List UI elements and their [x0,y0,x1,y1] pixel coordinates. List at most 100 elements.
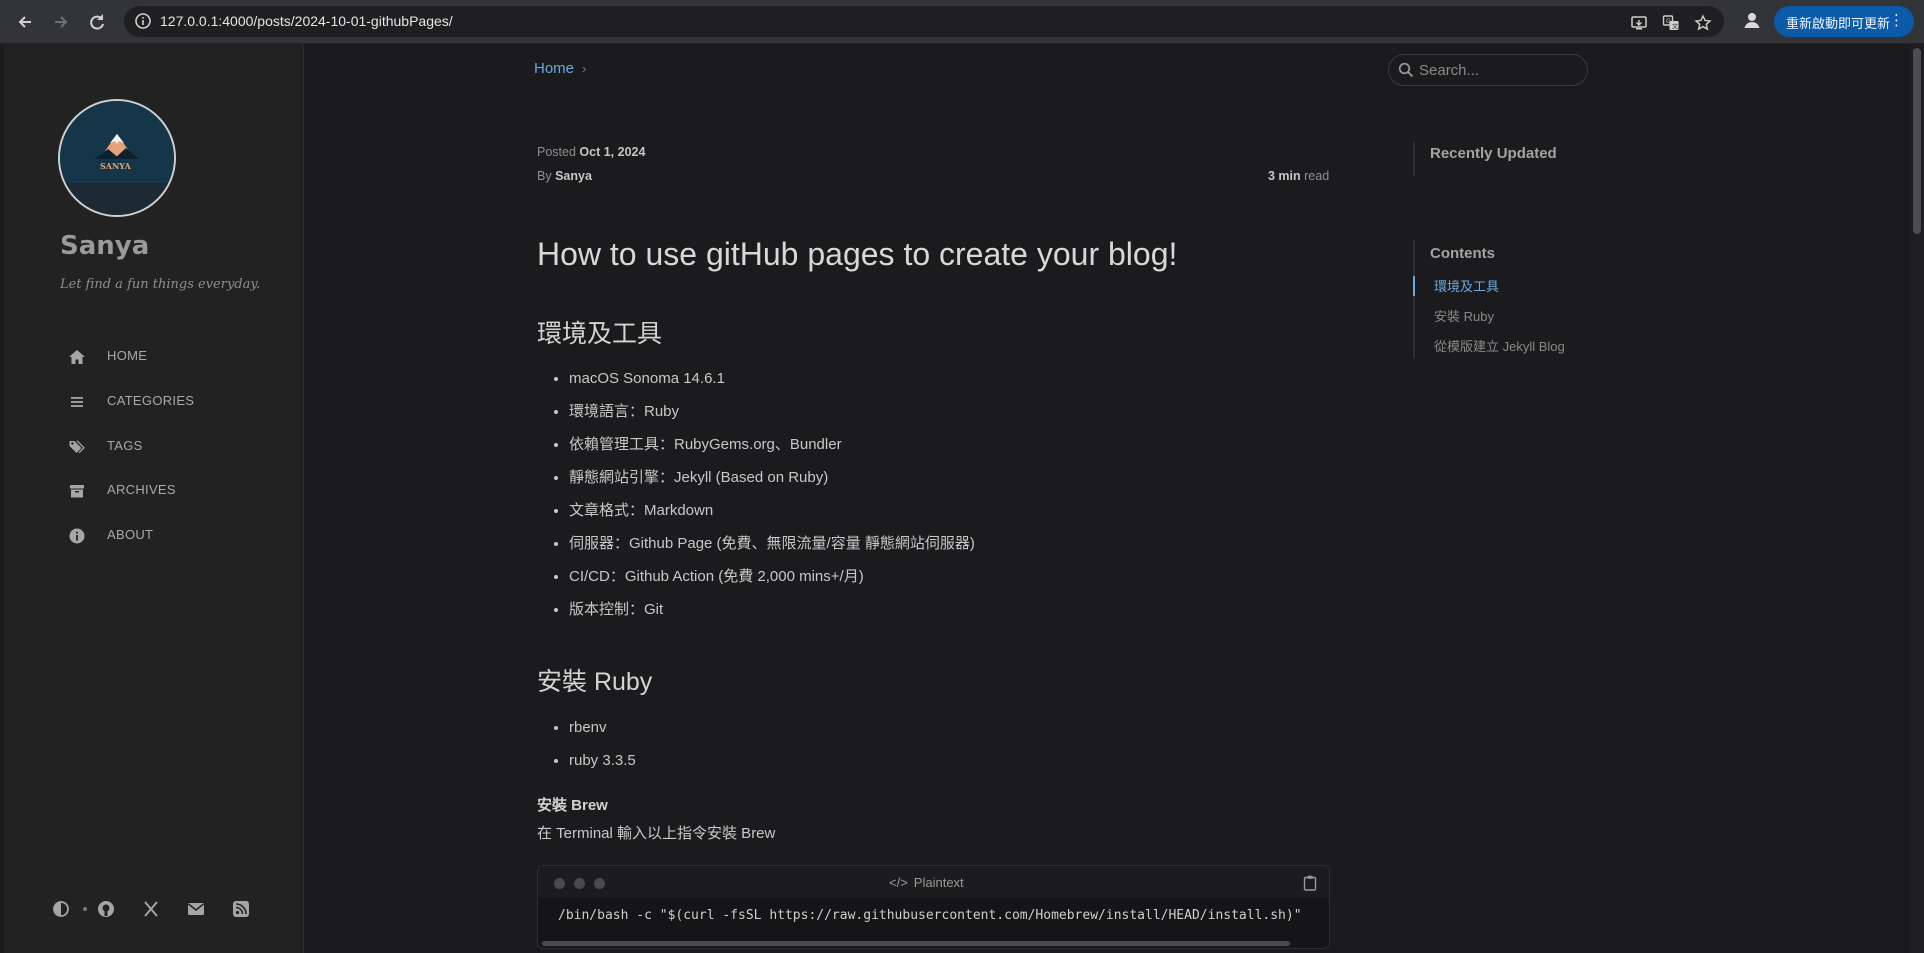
svg-text:G: G [1666,18,1671,25]
info-icon [69,528,85,544]
rss-icon [233,901,249,917]
avatar-logo-text: SANYA [100,161,131,171]
post-author: By Sanya [537,169,592,183]
list-item: 依賴管理工具：RubyGems.org、Bundler [569,434,975,467]
section-heading-env: 環境及工具 [537,320,663,348]
update-label: 重新啟動即可更新 [1786,17,1891,32]
sidebar-item-label: HOME [107,348,148,363]
toc-active-marker [1413,276,1415,296]
search-box[interactable] [1388,54,1588,86]
list-item: rbenv [569,717,636,750]
sidebar-item-tags[interactable]: TAGS [60,432,290,462]
list-item: 靜態網站引擎：Jekyll (Based on Ruby) [569,467,975,500]
breadcrumb-separator: › [582,61,587,76]
sidebar-item-label: ARCHIVES [107,482,176,497]
site-title[interactable]: Sanya [60,231,149,261]
sidebar-item-label: CATEGORIES [107,393,195,408]
subsection-heading-brew: 安裝 Brew [537,797,608,814]
x-link[interactable] [138,896,164,922]
code-language-label: </> Plaintext [889,875,964,890]
update-chrome-button[interactable]: 重新啟動即可更新 ⋮ [1774,6,1914,37]
list-item: 環境語言：Ruby [569,401,975,434]
github-link[interactable] [93,896,119,922]
avatar[interactable]: SANYA [58,99,176,217]
logo-mountain-icon [60,101,174,215]
ruby-list: rbenv ruby 3.3.5 [537,717,636,783]
sidebar-item-about[interactable]: ABOUT [60,521,290,551]
rss-link[interactable] [228,896,254,922]
section-heading-ruby: 安裝 Ruby [537,668,653,696]
sidebar-item-label: TAGS [107,438,143,453]
brew-paragraph: 在 Terminal 輸入以上指令安裝 Brew [537,825,776,842]
browser-toolbar: 127.0.0.1:4000/posts/2024-10-01-githubPa… [0,0,1924,44]
code-content[interactable]: /bin/bash -c "$(curl -fsSL https://raw.g… [558,908,1302,923]
email-icon [188,903,204,915]
post-title: How to use gitHub pages to create your b… [537,236,1178,272]
site-info-icon[interactable] [134,12,152,30]
site-subtitle: Let find a fun things everyday. [60,277,261,292]
by-label: By [537,169,552,183]
bookmark-star-icon[interactable] [1694,14,1712,32]
code-scrollbar[interactable] [542,941,1290,946]
code-icon: </> [889,875,908,890]
toc-title: Contents [1430,245,1495,262]
list-item: CI/CD：Github Action (免費 2,000 mins+/月) [569,566,975,599]
sidebar-item-archives[interactable]: ARCHIVES [60,476,290,506]
clipboard-icon[interactable] [1303,875,1317,891]
breadcrumb-home-link[interactable]: Home [534,60,574,77]
panel-divider [1413,142,1415,176]
github-icon [98,901,114,917]
breadcrumb: Home › [534,60,586,77]
list-item: ruby 3.3.5 [569,750,636,783]
toc-divider [1413,240,1415,358]
sidebar-item-categories[interactable]: CATEGORIES [60,387,290,417]
read-label: read [1304,169,1330,183]
forward-button[interactable] [48,9,74,35]
page-scrollbar[interactable] [1910,44,1924,953]
reload-icon [90,14,104,30]
arrow-right-icon [55,16,68,28]
author-name[interactable]: Sanya [555,169,592,183]
toc-item-env[interactable]: 環境及工具 [1434,276,1499,295]
list-icon [71,397,83,407]
reload-button[interactable] [84,9,110,35]
profile-icon[interactable] [1742,10,1762,30]
env-tools-list: macOS Sonoma 14.6.1 環境語言：Ruby 依賴管理工具：Rub… [537,368,975,632]
address-bar[interactable]: 127.0.0.1:4000/posts/2024-10-01-githubPa… [124,6,1724,37]
search-icon [1398,62,1414,78]
x-icon [144,901,158,917]
tags-icon [69,440,85,454]
email-link[interactable] [183,896,209,922]
theme-toggle-button[interactable] [48,896,74,922]
list-item: 文章格式：Markdown [569,500,975,533]
window-dot [574,878,585,889]
sidebar: SANYA Sanya Let find a fun things everyd… [4,44,304,953]
toc-item-ruby[interactable]: 安裝 Ruby [1434,306,1494,325]
code-block-header: </> Plaintext [538,866,1329,898]
install-app-icon[interactable] [1630,14,1648,32]
sidebar-item-home[interactable]: HOME [60,342,290,372]
url-text[interactable]: 127.0.0.1:4000/posts/2024-10-01-githubPa… [160,13,453,29]
arrow-left-icon [18,16,31,28]
translate-icon[interactable]: G文 [1662,14,1680,32]
separator-dot [83,907,87,911]
theme-toggle-icon [53,901,69,917]
window-dot [594,878,605,889]
more-vertical-icon[interactable]: ⋮ [1889,11,1904,29]
toc-item-jekyll[interactable]: 從模版建立 Jekyll Blog [1434,336,1565,355]
list-item: macOS Sonoma 14.6.1 [569,368,975,401]
code-block: </> Plaintext /bin/bash -c "$(curl -fsSL … [537,865,1330,949]
sidebar-item-label: ABOUT [107,527,154,542]
window-dot [554,878,565,889]
archive-icon [70,485,84,498]
back-button[interactable] [12,9,38,35]
read-time: 3 min read [1268,169,1329,183]
recently-updated-title: Recently Updated [1430,145,1557,162]
scrollbar-thumb[interactable] [1913,48,1921,234]
search-input[interactable] [1417,58,1581,82]
post-date: Posted Oct 1, 2024 [537,145,645,159]
list-item: 伺服器：Github Page (免費、無限流量/容量 靜態網站伺服器) [569,533,975,566]
posted-date-value: Oct 1, 2024 [579,145,646,159]
home-icon [69,350,85,364]
read-time-value: 3 min [1268,169,1301,183]
